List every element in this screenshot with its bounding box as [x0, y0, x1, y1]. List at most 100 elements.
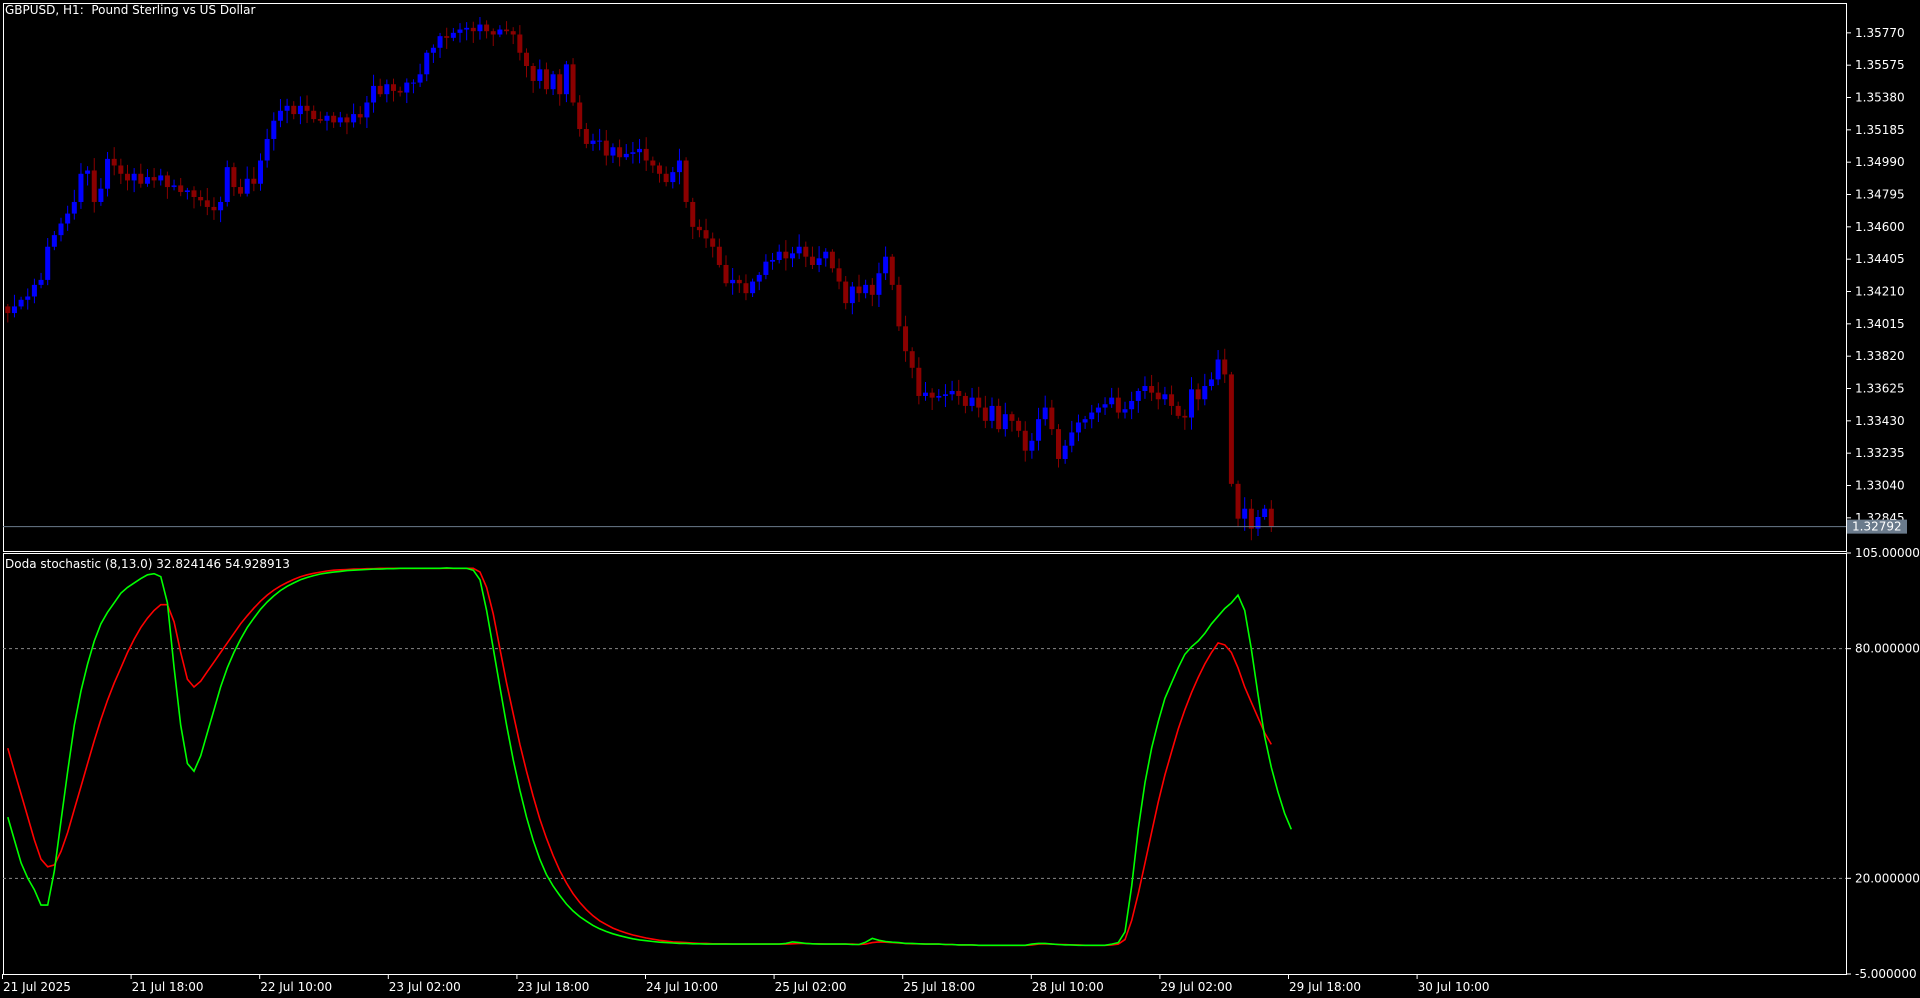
bear-candle [962, 395, 968, 406]
bear-candle [111, 158, 117, 166]
bull-candle [796, 246, 802, 254]
bull-candle [131, 173, 137, 181]
bull-candle [770, 260, 776, 262]
bear-candle [650, 160, 656, 166]
bear-candle [956, 390, 962, 396]
bear-candle [504, 29, 510, 32]
bear-candle [510, 31, 516, 35]
bear-candle [151, 177, 157, 181]
bear-candle [743, 283, 749, 294]
bull-candle [410, 82, 416, 84]
bull-candle [637, 148, 643, 153]
bear-candle [710, 238, 716, 247]
bear-candle [1155, 392, 1161, 400]
bull-candle [816, 258, 822, 265]
bull-candle [437, 36, 443, 48]
price-axis-label: 1.35185 [1855, 123, 1905, 137]
indicator-axis-label: 105.000000 [1855, 546, 1920, 560]
indicator-axis-label: 80.000000 [1855, 642, 1920, 656]
bear-candle [178, 185, 184, 193]
bear-candle [444, 36, 450, 38]
bear-candle [703, 230, 709, 239]
bear-candle [1268, 508, 1274, 527]
bear-candle [1175, 405, 1181, 416]
bear-candle [291, 105, 297, 115]
bear-candle [783, 251, 789, 259]
bear-candle [723, 264, 729, 284]
bear-candle [238, 187, 244, 194]
bull-candle [756, 274, 762, 282]
bull-candle [105, 158, 111, 189]
time-axis-label: 23 Jul 18:00 [517, 980, 589, 994]
price-axis-label: 1.34405 [1855, 252, 1905, 266]
trading-chart[interactable]: 1.35770 1.35575 1.35380 1.35185 1.34990 1.347… [0, 0, 1920, 998]
bull-candle [1202, 386, 1208, 400]
bull-candle [1162, 394, 1168, 400]
bear-candle [311, 110, 317, 120]
bear-candle [138, 173, 144, 184]
bull-candle [1109, 397, 1115, 405]
bull-candle [1135, 390, 1141, 401]
time-axis-label: 29 Jul 18:00 [1289, 980, 1361, 994]
bull-candle [71, 201, 77, 214]
bull-candle [1069, 432, 1075, 446]
time-axis-label: 21 Jul 18:00 [132, 980, 204, 994]
bear-candle [916, 367, 922, 396]
bear-candle [1056, 429, 1061, 459]
bull-candle [65, 213, 71, 224]
price-axis-label: 1.33430 [1855, 414, 1905, 428]
bull-candle [630, 152, 636, 154]
price-axis-label: 1.34990 [1855, 155, 1905, 169]
bear-candle [856, 286, 862, 294]
bull-candle [1102, 404, 1108, 408]
bear-candle [1009, 414, 1015, 421]
bull-candle [364, 102, 370, 118]
indicator-axis-label: 20.000000 [1855, 871, 1920, 885]
time-axis-label: 25 Jul 02:00 [775, 980, 847, 994]
bear-candle [1222, 359, 1228, 375]
time-axis-label: 25 Jul 18:00 [903, 980, 975, 994]
bear-candle [663, 173, 669, 183]
time-axis-label: 29 Jul 02:00 [1160, 980, 1232, 994]
bull-candle [763, 261, 769, 275]
bear-candle [803, 246, 809, 257]
bull-candle [590, 140, 596, 144]
bear-candle [204, 200, 210, 207]
bull-candle [942, 394, 948, 396]
bear-candle [909, 351, 915, 368]
bear-candle [344, 117, 350, 123]
bull-candle [38, 279, 44, 285]
bear-candle [889, 256, 895, 285]
bull-candle [497, 29, 503, 35]
time-axis-label: 30 Jul 10:00 [1418, 980, 1490, 994]
bear-candle [377, 85, 383, 95]
bull-candle [417, 74, 423, 83]
bear-candle [231, 167, 237, 188]
bull-candle [85, 170, 91, 174]
bear-candle [357, 114, 363, 118]
bull-candle [1002, 414, 1008, 430]
bear-candle [517, 34, 523, 53]
bear-candle [524, 52, 529, 67]
time-axis-label: 23 Jul 02:00 [389, 980, 461, 994]
bull-candle [1142, 386, 1148, 391]
bear-candle [869, 284, 875, 295]
bull-candle [537, 69, 543, 81]
bull-candle [98, 188, 104, 202]
bull-candle [1189, 389, 1194, 418]
bear-candle [1022, 430, 1028, 451]
bull-candle [284, 105, 290, 111]
bull-candle [11, 306, 17, 314]
bull-candle [670, 172, 676, 183]
price-axis-label: 1.34795 [1855, 188, 1905, 202]
time-axis-label: 21 Jul 2025 [3, 980, 71, 994]
bull-candle [351, 114, 357, 123]
bull-candle [849, 286, 855, 304]
price-axis-label: 1.33625 [1855, 382, 1905, 396]
indicator-axis-label: -5.000000 [1855, 967, 1917, 981]
current-price-label: 1.32792 [1852, 520, 1902, 534]
price-axis-label: 1.34600 [1855, 220, 1905, 234]
bull-candle [883, 256, 889, 274]
bull-candle [1262, 508, 1268, 518]
bull-candle [1129, 400, 1135, 410]
